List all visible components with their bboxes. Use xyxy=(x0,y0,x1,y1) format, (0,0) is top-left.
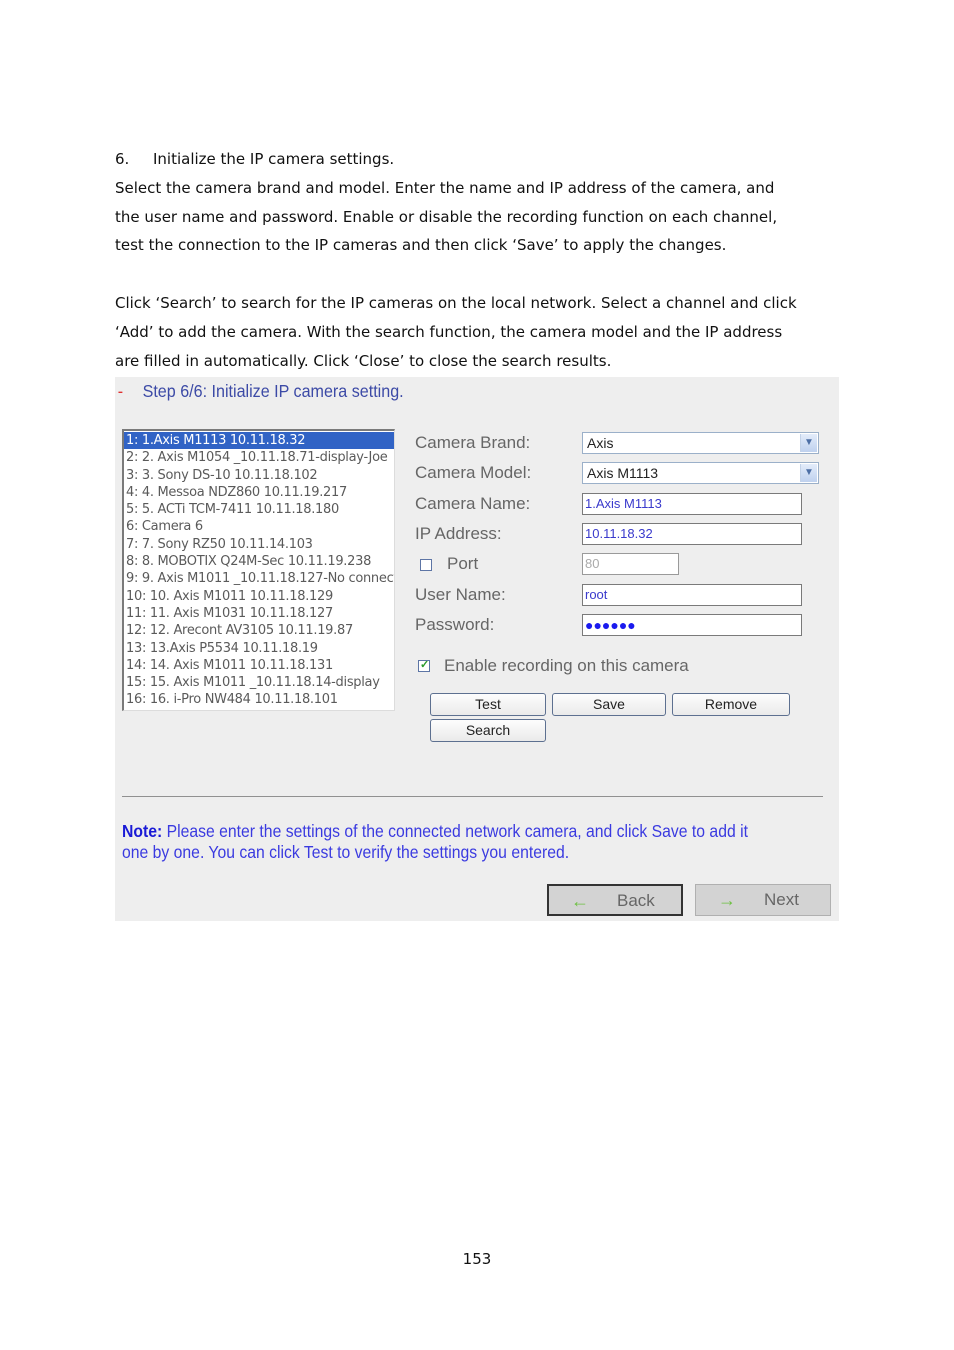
camera-model-label: Camera Model: xyxy=(415,463,532,482)
camera-list-item[interactable]: 1: 1.Axis M1113 10.11.18.32 xyxy=(124,432,394,450)
instruction-line: Select the camera brand and model. Enter… xyxy=(115,178,775,197)
camera-list-item[interactable]: 13: 13.Axis P5534 10.11.18.19 xyxy=(124,640,394,657)
camera-channel-list[interactable]: 1: 1.Axis M1113 10.11.18.32 2: 2. Axis M1… xyxy=(122,429,395,711)
next-label: Next xyxy=(764,890,799,909)
ip-address-input[interactable]: 10.11.18.32 xyxy=(582,523,802,545)
note-line-2: one by one. You can click Test to verify… xyxy=(122,842,570,862)
enable-recording-label: Enable recording on this camera xyxy=(444,656,689,675)
camera-model-value: Axis M1113 xyxy=(587,465,659,481)
test-button[interactable]: Test xyxy=(430,693,546,716)
note-prefix: Note: xyxy=(122,821,163,841)
remove-button[interactable]: Remove xyxy=(672,693,790,716)
camera-list-item[interactable]: 10: 10. Axis M1011 10.11.18.129 xyxy=(124,588,394,605)
search-button[interactable]: Search xyxy=(430,719,546,742)
checkmark-icon: ✓ xyxy=(420,659,430,671)
step-title: - Step 6/6: Initialize IP camera setting. xyxy=(115,381,404,402)
note-line-1: Please enter the settings of the connect… xyxy=(162,821,748,841)
camera-list-item[interactable]: 12: 12. Arecont AV3105 10.11.19.87 xyxy=(124,622,394,639)
password-label: Password: xyxy=(415,615,495,634)
user-name-label: User Name: xyxy=(415,585,506,604)
back-label: Back xyxy=(617,891,655,910)
camera-name-label: Camera Name: xyxy=(415,494,531,513)
back-button[interactable]: ← Back xyxy=(547,884,683,916)
camera-brand-label: Camera Brand: xyxy=(415,433,531,452)
chevron-down-icon[interactable]: ▼ xyxy=(800,434,817,452)
arrow-left-icon: ← xyxy=(571,891,589,911)
ip-address-label: IP Address: xyxy=(415,524,502,543)
step-title-text: Step 6/6: Initialize IP camera setting. xyxy=(142,381,404,401)
wizard-panel: - Step 6/6: Initialize IP camera setting.… xyxy=(115,377,839,921)
step-marker: - xyxy=(117,381,124,401)
port-label: Port xyxy=(447,554,479,573)
save-button[interactable]: Save xyxy=(552,693,666,716)
camera-list-item[interactable]: 3: 3. Sony DS-10 10.11.18.102 xyxy=(124,467,394,484)
port-input[interactable]: 80 xyxy=(582,553,679,575)
instruction-line: ‘Add’ to add the camera. With the search… xyxy=(115,322,783,341)
password-input[interactable]: ●●●●●● xyxy=(582,614,802,636)
next-button[interactable]: → Next xyxy=(695,884,831,916)
camera-list-item[interactable]: 14: 14. Axis M1011 10.11.18.131 xyxy=(124,657,394,674)
step-heading: 6. Initialize the IP camera settings. xyxy=(115,150,395,168)
camera-list-item[interactable]: 8: 8. MOBOTIX Q24M-Sec 10.11.19.238 xyxy=(124,553,394,570)
camera-list-item[interactable]: 11: 11. Axis M1031 10.11.18.127 xyxy=(124,605,394,622)
divider xyxy=(122,796,823,797)
camera-list-item[interactable]: 16: 16. i-Pro NW484 10.11.18.101 xyxy=(124,691,394,708)
user-name-input[interactable]: root xyxy=(582,584,802,606)
camera-list-item[interactable]: 6: Camera 6 xyxy=(124,518,394,535)
instruction-line: the user name and password. Enable or di… xyxy=(115,207,778,226)
instruction-line: test the connection to the IP cameras an… xyxy=(115,236,727,255)
camera-brand-value: Axis xyxy=(587,435,614,451)
camera-list-item[interactable]: 9: 9. Axis M1011 _10.11.18.127-No connec… xyxy=(124,570,394,587)
port-checkbox[interactable] xyxy=(420,559,432,571)
chevron-down-icon[interactable]: ▼ xyxy=(800,464,817,482)
camera-brand-select[interactable]: Axis ▼ xyxy=(582,432,819,454)
camera-list-item[interactable]: 15: 15. Axis M1011 _10.11.18.14-display xyxy=(124,674,394,691)
camera-list-item[interactable]: 2: 2. Axis M1054 _10.11.18.71-display-Jo… xyxy=(124,449,394,466)
camera-list-item[interactable]: 7: 7. Sony RZ50 10.11.14.103 xyxy=(124,536,394,553)
arrow-right-icon: → xyxy=(718,890,736,910)
instructions-paragraph-2: Click ‘Search’ to search for the IP came… xyxy=(115,289,840,375)
camera-list-item[interactable]: 5: 5. ACTi TCM-7411 10.11.18.180 xyxy=(124,501,394,518)
instruction-line: are filled in automatically. Click ‘Clos… xyxy=(115,351,612,370)
page-number: 153 xyxy=(462,1250,492,1268)
camera-model-select[interactable]: Axis M1113 ▼ xyxy=(582,462,819,484)
instruction-line: Click ‘Search’ to search for the IP came… xyxy=(115,294,797,312)
enable-recording-checkbox[interactable]: ✓ xyxy=(418,659,430,672)
camera-list-item[interactable]: 4: 4. Messoa NDZ860 10.11.19.217 xyxy=(124,484,394,501)
instructions-paragraph-1: 6. Initialize the IP camera settings. Sel… xyxy=(115,145,840,260)
note-text: Note: Please enter the settings of the c… xyxy=(122,821,752,863)
camera-name-input[interactable]: 1.Axis M1113 xyxy=(582,493,802,515)
